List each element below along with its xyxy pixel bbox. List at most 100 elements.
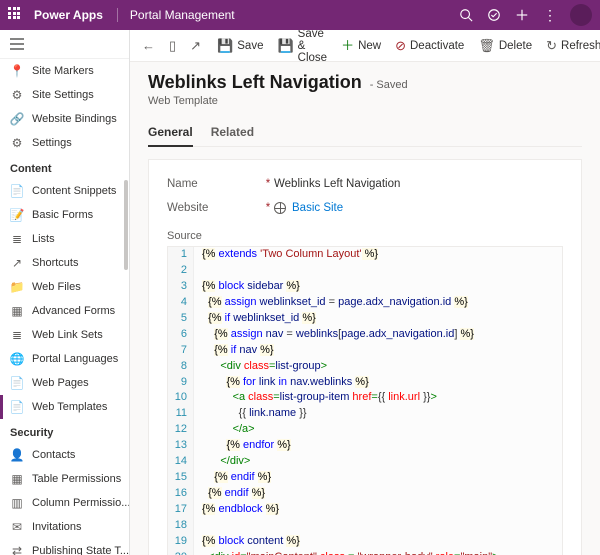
sidebar-item-icon: ⚙ — [10, 88, 24, 102]
sidebar-item[interactable]: 📄Content Snippets — [0, 179, 129, 203]
sidebar-item-icon: 📍 — [10, 64, 24, 78]
save-status: - Saved — [370, 79, 408, 91]
sidebar-item-label: Settings — [32, 137, 72, 149]
sidebar-section-header: Content — [0, 155, 129, 179]
add-icon[interactable] — [508, 8, 536, 22]
new-label: New — [358, 40, 381, 52]
sidebar-item-icon: 🌐 — [10, 352, 24, 366]
brand-label: Power Apps — [34, 8, 103, 22]
sidebar-item-icon: 📄 — [10, 376, 24, 390]
sidebar-item[interactable]: ↗ Shortcuts — [0, 251, 129, 275]
sidebar-item-icon: ▦ — [10, 304, 24, 318]
sidebar-item[interactable]: 📄 Web Templates — [0, 395, 129, 419]
sidebar-item[interactable]: ≣Web Link Sets — [0, 323, 129, 347]
sidebar-item-label: Lists — [32, 233, 55, 245]
pop-out-button[interactable]: ↗ — [184, 35, 207, 56]
sidebar-item[interactable]: ⚙ Site Settings — [0, 83, 129, 107]
sidebar-item[interactable]: 📄 Web Pages — [0, 371, 129, 395]
sidebar-item[interactable]: ≣ Lists — [0, 227, 129, 251]
open-record-set-button[interactable]: ▯ — [163, 35, 182, 56]
tab-general[interactable]: General — [148, 119, 193, 147]
sidebar-item[interactable]: ▥Column Permissio... — [0, 491, 129, 515]
sidebar-item-icon: ▦ — [10, 472, 24, 486]
app-launcher-icon[interactable] — [8, 7, 24, 23]
entity-label: Web Template — [148, 95, 582, 107]
required-indicator: * — [262, 202, 274, 214]
back-button[interactable]: ← — [136, 35, 161, 56]
sidebar-section-header: Security — [0, 419, 129, 443]
sidebar-item-icon: ⚙ — [10, 136, 24, 150]
required-indicator: * — [262, 178, 274, 190]
sidebar-item[interactable]: ▦ Table Permissions — [0, 467, 129, 491]
delete-button[interactable]: 🗑Delete — [472, 35, 538, 56]
refresh-button[interactable]: ↻Refresh — [540, 35, 600, 56]
sidebar-item-label: Table Permissions — [32, 473, 121, 485]
deactivate-label: Deactivate — [410, 40, 464, 52]
save-close-button[interactable]: 💾Save & Close — [271, 30, 333, 68]
deactivate-button[interactable]: ⊘Deactivate — [389, 35, 470, 56]
task-icon[interactable] — [480, 8, 508, 22]
sidebar-toggle[interactable] — [0, 30, 129, 59]
form-card: Name * Weblinks Left Navigation Website … — [148, 159, 582, 555]
sidebar-item[interactable]: 📍 Site Markers — [0, 59, 129, 83]
page-title: Weblinks Left Navigation — [148, 72, 362, 93]
search-icon[interactable] — [452, 8, 480, 22]
save-label: Save — [237, 40, 263, 52]
name-field[interactable]: Weblinks Left Navigation — [274, 178, 563, 190]
sidebar-item-icon: ↗ — [10, 256, 24, 270]
sidebar-item-icon: 📝 — [10, 208, 24, 222]
sidebar-item[interactable]: 🔗 Website Bindings — [0, 107, 129, 131]
save-close-label: Save & Close — [298, 30, 327, 64]
sidebar-item-icon: 👤 — [10, 448, 24, 462]
sidebar-item-label: Web Templates — [32, 401, 107, 413]
website-lookup[interactable]: Basic Site — [292, 202, 343, 214]
sidebar-item-label: Shortcuts — [32, 257, 78, 269]
sidebar-item-icon: 📄 — [10, 400, 24, 414]
sidebar-item-label: Web Files — [32, 281, 81, 293]
sidebar-item-label: Portal Languages — [32, 353, 118, 365]
sidebar-item-label: Website Bindings — [32, 113, 117, 125]
command-bar: ← ▯ ↗ 💾Save 💾Save & Close ＋New ⊘Deactiva… — [130, 30, 600, 62]
sidebar-item[interactable]: 🌐 Portal Languages — [0, 347, 129, 371]
sidebar-item-icon: ⇄ — [10, 544, 24, 555]
scrollbar-thumb[interactable] — [124, 180, 128, 270]
sidebar-item-label: Column Permissio... — [32, 497, 129, 509]
sidebar-item[interactable]: ▦Advanced Forms — [0, 299, 129, 323]
source-editor[interactable]: 1{% extends 'Two Column Layout' %}2 3{% … — [167, 246, 563, 555]
sidebar-item-icon: ≣ — [10, 232, 24, 246]
name-label: Name — [167, 178, 262, 190]
sidebar-item-icon: 📁 — [10, 280, 24, 294]
sidebar-item-label: Web Pages — [32, 377, 89, 389]
sidebar-item-icon: 📄 — [10, 184, 24, 198]
sidebar-item-label: Web Link Sets — [32, 329, 103, 341]
sidebar-item-label: Invitations — [32, 521, 82, 533]
sidebar-item[interactable]: ⚙ Settings — [0, 131, 129, 155]
more-icon[interactable]: ⋮ — [536, 7, 564, 24]
module-label: Portal Management — [117, 8, 235, 22]
tab-related[interactable]: Related — [211, 119, 254, 146]
sidebar-item[interactable]: ⇄ Publishing State T... — [0, 539, 129, 555]
sidebar-item-label: Basic Forms — [32, 209, 93, 221]
sitemap-sidebar: 📍 Site Markers ⚙ Site Settings 🔗 Website Bind… — [0, 30, 130, 555]
refresh-label: Refresh — [561, 40, 600, 52]
globe-icon — [274, 202, 286, 214]
form-tabs: General Related — [148, 119, 582, 147]
delete-label: Delete — [499, 40, 532, 52]
website-label: Website — [167, 202, 262, 214]
sidebar-item-label: Contacts — [32, 449, 75, 461]
sidebar-item-label: Site Settings — [32, 89, 94, 101]
global-header: Power Apps Portal Management ⋮ — [0, 0, 600, 30]
sidebar-item-icon: 🔗 — [10, 112, 24, 126]
source-label: Source — [167, 230, 563, 242]
new-button[interactable]: ＋New — [335, 35, 387, 56]
avatar[interactable] — [570, 4, 592, 26]
sidebar-item[interactable]: 📁 Web Files — [0, 275, 129, 299]
sidebar-item[interactable]: 👤 Contacts — [0, 443, 129, 467]
sidebar-item-label: Site Markers — [32, 65, 94, 77]
sidebar-item[interactable]: 📝 Basic Forms — [0, 203, 129, 227]
sidebar-item-icon: ✉ — [10, 520, 24, 534]
sidebar-item[interactable]: ✉ Invitations — [0, 515, 129, 539]
save-button[interactable]: 💾Save — [211, 35, 269, 56]
sidebar-item-label: Publishing State T... — [32, 545, 129, 555]
main-area: ← ▯ ↗ 💾Save 💾Save & Close ＋New ⊘Deactiva… — [130, 30, 600, 555]
